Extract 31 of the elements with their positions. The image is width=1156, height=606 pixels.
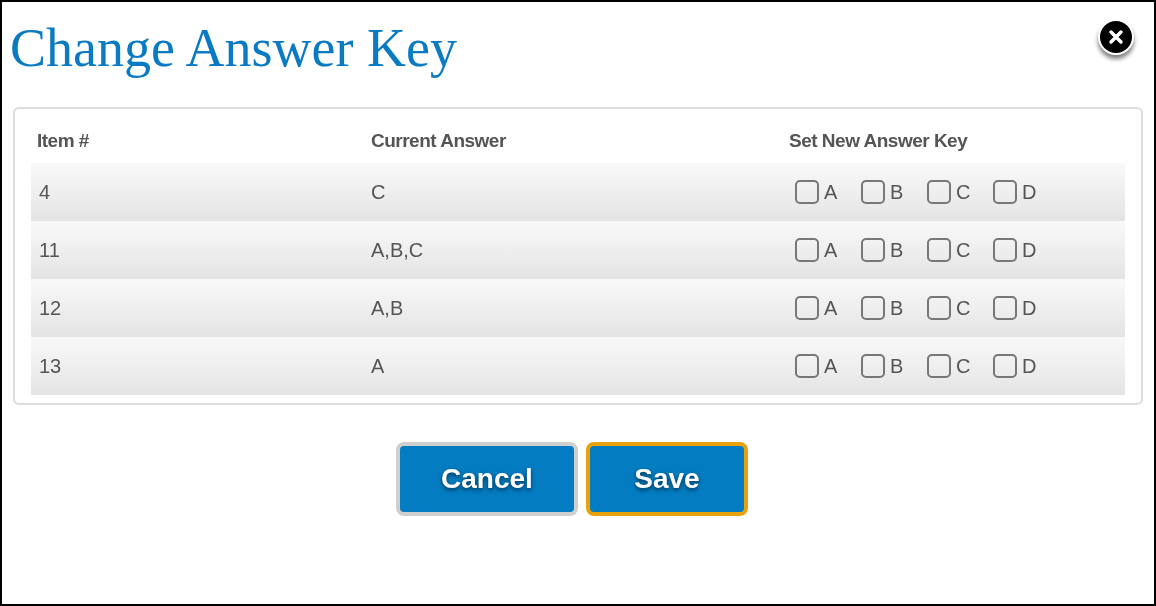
answer-checkbox[interactable]: C [927, 235, 975, 265]
dialog-title: Change Answer Key [10, 17, 457, 80]
table-cell-text: 4 [38, 180, 52, 205]
table-cell-text: C [371, 180, 387, 205]
save-button[interactable]: Save [586, 442, 748, 516]
cancel-button[interactable]: Cancel [396, 442, 578, 516]
answer-checkbox[interactable]: B [861, 293, 909, 323]
table-cell-text: 11 [38, 238, 61, 263]
table-cell-text: 12 [38, 296, 63, 321]
answer-checkbox[interactable]: D [993, 351, 1041, 381]
answer-checkbox[interactable]: C [927, 293, 975, 323]
close-icon[interactable] [1098, 19, 1134, 55]
answer-checkbox[interactable]: B [861, 177, 909, 207]
answer-checkbox[interactable]: A [795, 177, 843, 207]
table-cell-text: A [371, 354, 386, 379]
answer-checkbox[interactable]: A [795, 235, 843, 265]
column-header: Current Answer [371, 129, 507, 153]
answer-checkbox[interactable]: C [927, 351, 975, 381]
answer-checkbox[interactable]: C [927, 177, 975, 207]
answer-checkbox[interactable]: A [795, 293, 843, 323]
column-header: Set New Answer Key [789, 129, 968, 153]
answer-checkbox[interactable]: D [993, 177, 1041, 207]
table-cell-text: A,B,C [371, 238, 425, 263]
answer-checkbox[interactable]: D [993, 235, 1041, 265]
answer-checkbox[interactable]: B [861, 235, 909, 265]
table-cell-text: 13 [38, 354, 63, 379]
column-header: Item # [36, 129, 90, 153]
table-cell-text: A,B [371, 296, 405, 321]
answer-checkbox[interactable]: A [795, 351, 843, 381]
answer-checkbox[interactable]: D [993, 293, 1041, 323]
answer-checkbox[interactable]: B [861, 351, 909, 381]
